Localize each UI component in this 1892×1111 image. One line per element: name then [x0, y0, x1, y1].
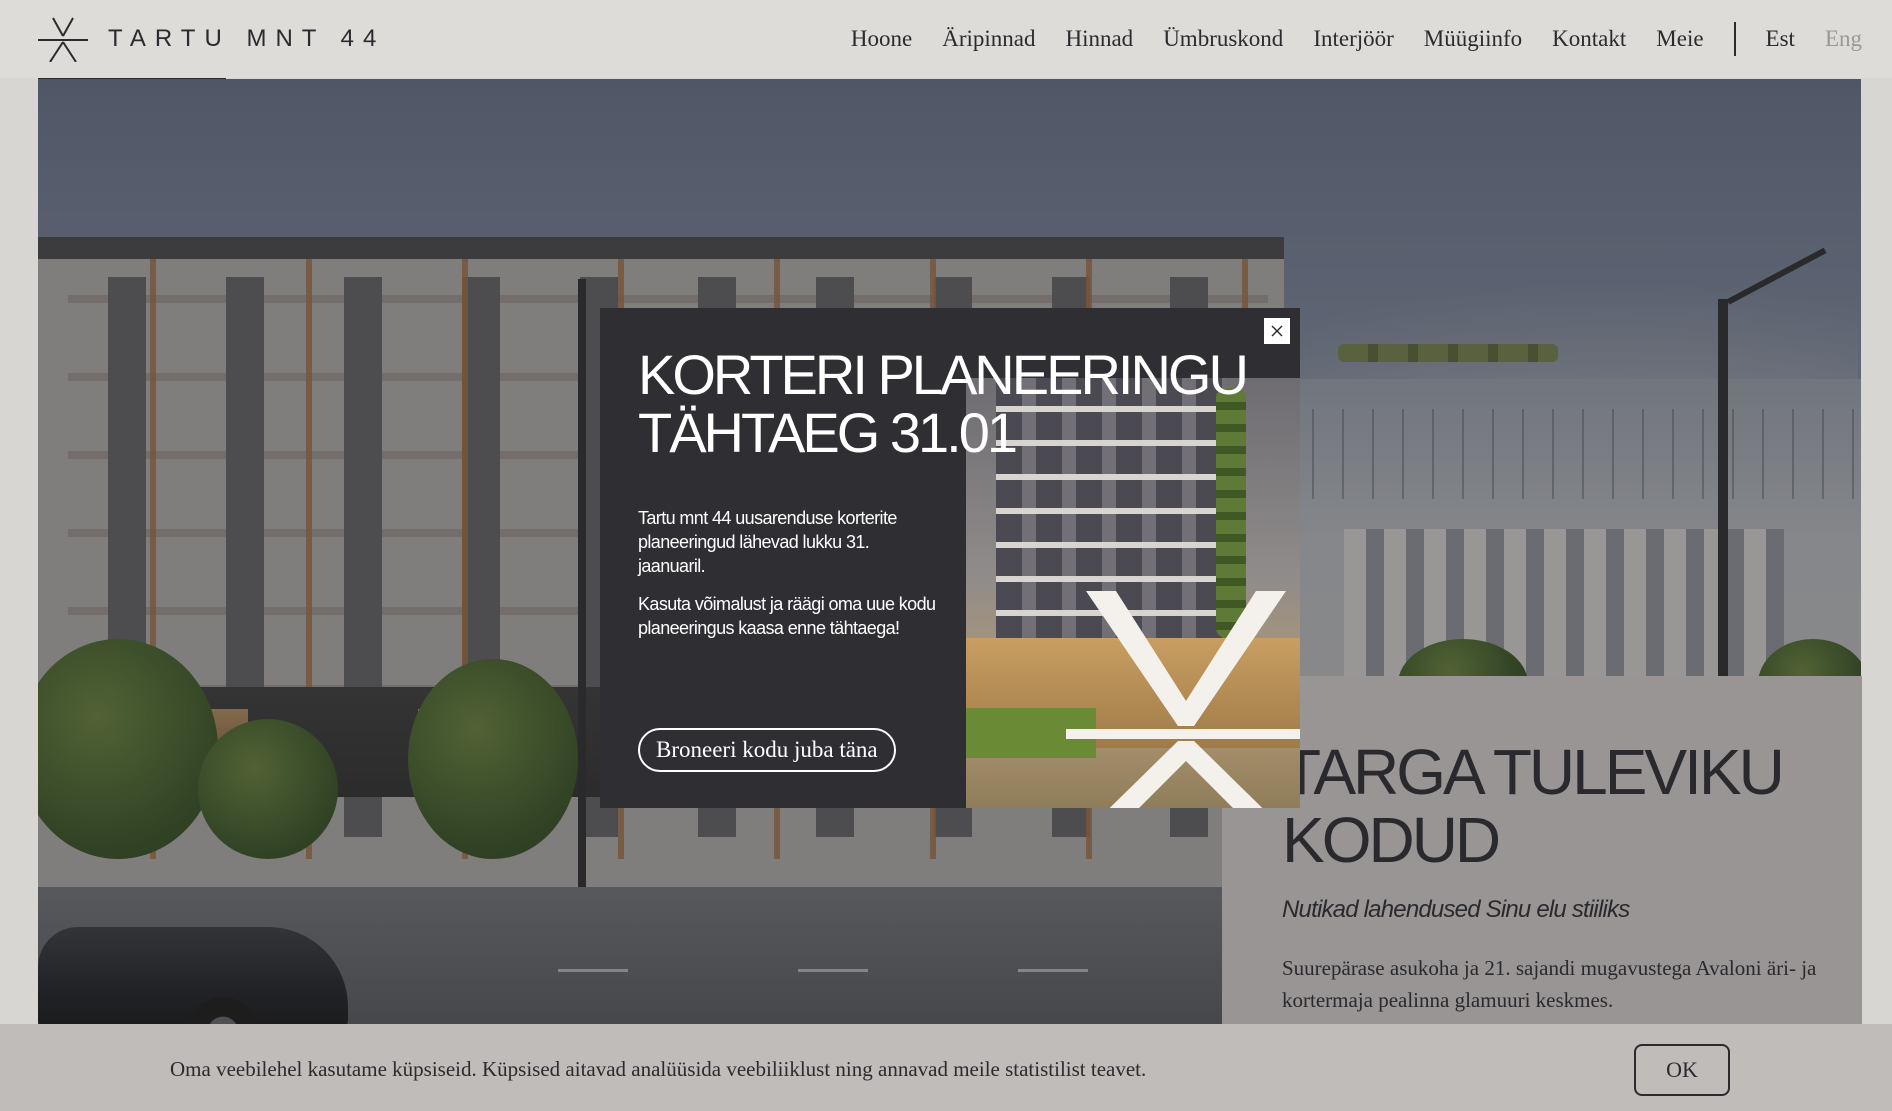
close-button[interactable] [1264, 318, 1290, 344]
logo[interactable]: TARTU MNT 44 [38, 16, 385, 62]
modal-paragraph-2: Kasuta võimalust ja räägi oma uue kodu p… [638, 594, 936, 638]
nav-item-hoone[interactable]: Hoone [851, 26, 912, 52]
nav-item-meie[interactable]: Meie [1656, 26, 1703, 52]
cookie-banner: Oma veebilehel kasutame küpsiseid. Küpsi… [0, 1024, 1892, 1111]
nav-divider [1733, 22, 1736, 56]
nav-item-hinnad[interactable]: Hinnad [1065, 26, 1133, 52]
nav-item-interjoor[interactable]: Interjöör [1313, 26, 1393, 52]
nav-item-umbruskond[interactable]: Ümbruskond [1163, 26, 1283, 52]
modal-paragraph-1: Tartu mnt 44 uusarenduse korterite plane… [638, 508, 897, 576]
nav-item-aripinnad[interactable]: Äripinnad [942, 26, 1035, 52]
nav-item-kontakt[interactable]: Kontakt [1552, 26, 1626, 52]
panel-backdrop [1222, 676, 1862, 1036]
language-est[interactable]: Est [1766, 26, 1795, 52]
deadline-modal: KORTERI PLANEERINGU TÄHTAEG 31.01 Tartu … [600, 308, 1300, 808]
brand-star-icon [1066, 591, 1300, 808]
hero-text-panel: TARGA TULEVIKU KODUD Nutikad lahendused … [1222, 676, 1862, 1036]
modal-title: KORTERI PLANEERINGU TÄHTAEG 31.01 [638, 343, 1249, 464]
nav-item-muugiinfo[interactable]: Müügiinfo [1424, 26, 1522, 52]
language-eng[interactable]: Eng [1825, 26, 1862, 52]
book-home-button[interactable]: Broneeri kodu juba täna [638, 728, 896, 772]
logo-star-icon [38, 17, 88, 62]
logo-text: TARTU MNT 44 [108, 25, 386, 52]
main-nav: Hoone Äripinnad Hinnad Ümbruskond Interj… [851, 22, 1862, 56]
cookie-ok-button[interactable]: OK [1634, 1044, 1730, 1096]
site-header: TARTU MNT 44 Hoone Äripinnad Hinnad Ümbr… [0, 0, 1892, 80]
close-icon [1271, 325, 1283, 337]
cookie-text: Oma veebilehel kasutame küpsiseid. Küpsi… [170, 1057, 1147, 1081]
